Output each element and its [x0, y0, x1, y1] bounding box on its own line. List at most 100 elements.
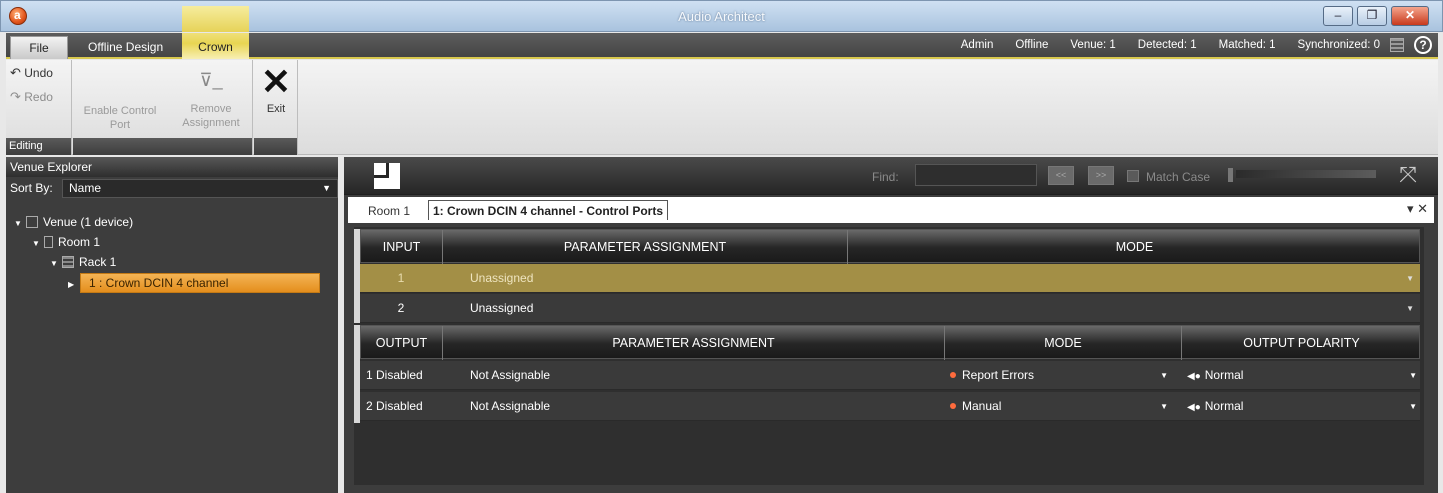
status-matched: Matched: 1: [1218, 39, 1276, 51]
document-tab-strip: Room 1 1: Crown DCIN 4 channel - Control…: [348, 197, 1434, 223]
find-label: Find:: [872, 170, 899, 184]
parameter-assignment[interactable]: Unassigned: [470, 294, 533, 323]
tab-file[interactable]: File: [10, 36, 68, 59]
tree-label-room: Room 1: [58, 235, 101, 249]
input-number: 1: [397, 271, 405, 285]
venue-explorer-panel: Venue Explorer Sort By: Name ▼ ▼ Venue (1…: [6, 157, 338, 493]
tab-control-ports[interactable]: 1: Crown DCIN 4 channel - Control Ports: [428, 200, 669, 220]
room-icon: [44, 236, 53, 248]
match-case-checkbox[interactable]: [1127, 170, 1139, 182]
remove-assignment-label-1: Remove: [190, 103, 232, 115]
expand-arrow-icon[interactable]: ▼: [32, 235, 44, 253]
ribbon-tab-row: File Offline Design Crown Admin Offline …: [6, 33, 1438, 59]
help-icon[interactable]: ?: [1414, 36, 1432, 54]
col-output-polarity[interactable]: OUTPUT POLARITY: [1182, 326, 1421, 360]
mode-value: Report Errors: [962, 368, 1035, 382]
exit-label: Exit: [266, 103, 286, 115]
output-table-header: OUTPUT PARAMETER ASSIGNMENT MODE OUTPUT …: [360, 325, 1421, 360]
tab-offline-design[interactable]: Offline Design: [76, 36, 175, 59]
find-input[interactable]: [915, 164, 1037, 186]
expand-arrow-icon[interactable]: ▼: [50, 255, 62, 273]
status-user[interactable]: Admin: [961, 39, 994, 51]
parameter-assignment[interactable]: Unassigned: [470, 264, 533, 293]
expand-arrow-icon[interactable]: ▼: [14, 215, 26, 233]
col-output[interactable]: OUTPUT: [361, 326, 443, 360]
col-parameter-assignment[interactable]: PARAMETER ASSIGNMENT: [443, 230, 848, 264]
status-mode[interactable]: Offline: [1015, 39, 1048, 51]
tree-node-venue[interactable]: ▼ Venue (1 device): [14, 213, 133, 231]
fullscreen-icon[interactable]: ⤧: [1396, 164, 1420, 188]
exit-group: ✕ Exit: [254, 60, 298, 155]
ribbon: ↶ Undo ↷ Redo Editing Enable Control Por…: [6, 60, 1438, 155]
sort-by-dropdown[interactable]: Name ▼: [62, 179, 338, 198]
enable-control-port-label-1: Enable Control: [83, 105, 157, 117]
remove-assignment-label-2: Assignment: [182, 117, 240, 129]
venue-explorer-title: Venue Explorer: [6, 157, 338, 177]
col-mode[interactable]: MODE: [945, 326, 1182, 360]
status-detected: Detected: 1: [1137, 39, 1197, 51]
error-dot-icon: [950, 372, 956, 378]
status-bar: Admin Offline Venue: 1 Detected: 1 Match…: [961, 33, 1438, 57]
zoom-slider-thumb[interactable]: [1228, 168, 1233, 182]
document-tab-row: Room 1 1: Crown DCIN 4 channel - Control…: [344, 195, 1438, 223]
chevron-down-icon[interactable]: ▼: [1406, 294, 1414, 323]
mode-dropdown[interactable]: Report Errors ▼: [950, 361, 1172, 390]
find-next-button[interactable]: >>: [1088, 166, 1114, 185]
tab-crown[interactable]: Crown: [182, 33, 249, 59]
tree-node-device[interactable]: ▶ 1 : Crown DCIN 4 channel: [68, 273, 320, 294]
tree-node-rack[interactable]: ▼ Rack 1: [50, 253, 116, 271]
remove-assignment-icon: ⊽_: [199, 70, 223, 90]
expand-arrow-icon[interactable]: ▶: [68, 276, 80, 294]
polarity-dropdown[interactable]: ◀● Normal ▼: [1187, 392, 1417, 421]
tree-label-device: 1 : Crown DCIN 4 channel: [80, 273, 320, 293]
main-panel: Find: << >> Match Case ⤧ Room 1 1: Crown…: [344, 157, 1438, 493]
undo-button[interactable]: ↶ Undo: [10, 64, 53, 82]
find-previous-button[interactable]: <<: [1048, 166, 1074, 185]
remove-assignment-button[interactable]: ⊽_ Remove Assignment: [171, 62, 251, 130]
match-case-label: Match Case: [1146, 170, 1211, 184]
enable-control-port-button[interactable]: Enable Control Port: [79, 104, 161, 132]
redo-button[interactable]: ↷ Redo: [10, 88, 53, 106]
minimize-button[interactable]: –: [1323, 6, 1353, 26]
zoom-slider[interactable]: [1236, 170, 1376, 178]
output-status: 2 Disabled: [366, 399, 423, 413]
polarity-normal-icon: ◀●: [1187, 402, 1201, 413]
chevron-down-icon: ▼: [1160, 402, 1168, 411]
table-row[interactable]: 2 Unassigned ▼: [360, 294, 1420, 323]
enable-control-port-label-2: Port: [109, 119, 131, 131]
chevron-down-icon: ▼: [322, 183, 331, 193]
polarity-dropdown[interactable]: ◀● Normal ▼: [1187, 361, 1417, 390]
input-table-header: INPUT PARAMETER ASSIGNMENT MODE: [360, 229, 1421, 264]
col-mode[interactable]: MODE: [848, 230, 1421, 264]
editing-group-label: Editing: [6, 138, 71, 155]
mode-value: Manual: [962, 399, 1002, 413]
col-input[interactable]: INPUT: [361, 230, 443, 264]
table-row[interactable]: 1 Unassigned ▼: [360, 264, 1420, 293]
control-port-group-label: [73, 138, 252, 155]
tab-menu-close-icon[interactable]: ▾ ✕: [1407, 201, 1428, 217]
crown-tab-highlight: [182, 6, 249, 32]
polarity-value: Normal: [1204, 399, 1244, 413]
error-dot-icon: [950, 403, 956, 409]
tree-node-room[interactable]: ▼ Room 1: [32, 233, 100, 251]
col-parameter-assignment[interactable]: PARAMETER ASSIGNMENT: [443, 326, 945, 360]
chevron-down-icon[interactable]: ▼: [1406, 264, 1414, 293]
parameter-assignment: Not Assignable: [470, 368, 551, 382]
venue-icon: [26, 216, 38, 228]
chevron-down-icon: ▼: [1160, 371, 1168, 380]
exit-button[interactable]: ✕ Exit: [256, 62, 296, 116]
input-number: 2: [397, 301, 405, 315]
close-button[interactable]: ✕: [1391, 6, 1429, 26]
status-venue: Venue: 1: [1070, 39, 1116, 51]
table-row[interactable]: 1 Disabled Not Assignable Report Errors …: [360, 361, 1420, 390]
table-row[interactable]: 2 Disabled Not Assignable Manual ▼ ◀● Nor…: [360, 392, 1420, 421]
mode-dropdown[interactable]: Manual ▼: [950, 392, 1172, 421]
status-synchronized: Synchronized: 0: [1297, 39, 1380, 51]
undo-icon: ↶: [10, 65, 21, 80]
exit-group-label: [254, 138, 297, 155]
tab-room-1[interactable]: Room 1: [368, 204, 410, 218]
tree-label-venue: Venue (1 device): [43, 215, 134, 229]
layout-icon[interactable]: [374, 163, 400, 189]
list-icon[interactable]: [1390, 38, 1404, 52]
maximize-button[interactable]: ❐: [1357, 6, 1387, 26]
